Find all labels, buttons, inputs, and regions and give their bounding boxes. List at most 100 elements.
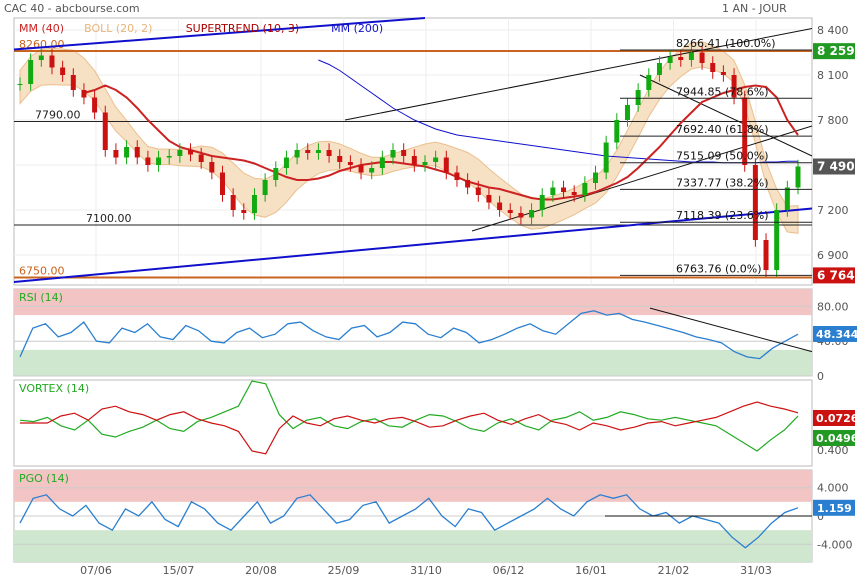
candle-body	[624, 105, 630, 120]
candle-body	[539, 195, 545, 210]
candle-body	[710, 63, 716, 72]
candle-body	[688, 52, 694, 60]
candle-body	[262, 180, 268, 195]
value-tag-label: 48.344	[816, 328, 859, 341]
candle-body	[433, 157, 439, 162]
level-label: 7790.00	[35, 109, 81, 122]
candle-body	[81, 90, 87, 98]
overbought-zone	[14, 470, 812, 502]
x-tick-label: 16/01	[575, 564, 607, 577]
candle-body	[454, 172, 460, 180]
candle-body	[113, 150, 119, 158]
candle-body	[422, 162, 428, 165]
candle-body	[347, 162, 353, 165]
fib-label: 7515.09 (50.0%)	[676, 150, 769, 163]
price-tag-label: 6 764	[817, 268, 855, 282]
candle-body	[593, 172, 599, 183]
candle-body	[550, 187, 556, 195]
oversold-zone	[14, 530, 812, 562]
candle-body	[656, 63, 662, 75]
pgo-panel: 4.0000-4.000PGO (14)1.159	[14, 470, 855, 562]
oversold-zone	[14, 349, 812, 376]
level-label: 7100.00	[86, 212, 132, 225]
candle-body	[70, 75, 76, 90]
candle-body	[646, 75, 652, 90]
candle-body	[156, 157, 162, 165]
chart-canvas: 8 4008 1007 8007 5007 2006 9008260.00779…	[13, 17, 859, 577]
y-tick-label: 8 400	[817, 24, 849, 37]
y-tick-label: 8 100	[817, 69, 849, 82]
candle-body	[720, 72, 726, 75]
candle-body	[390, 150, 396, 158]
candle-body	[795, 166, 801, 188]
candle-body	[124, 147, 130, 158]
candle-body	[177, 150, 183, 156]
x-tick-label: 25/09	[328, 564, 360, 577]
x-tick-label: 31/10	[410, 564, 442, 577]
candle-body	[497, 202, 503, 210]
candle-body	[358, 165, 364, 173]
candle-body	[315, 150, 321, 153]
candle-body	[251, 195, 257, 213]
value-tag-label: 1.159	[817, 502, 852, 515]
y-tick-label: 6 900	[817, 249, 849, 262]
x-tick-label: 07/06	[80, 564, 112, 577]
candle-body	[145, 157, 151, 165]
candle-body	[337, 156, 343, 162]
candle-body	[273, 168, 279, 180]
candle-body	[49, 55, 55, 68]
candle-body	[305, 150, 311, 153]
x-axis: 07/06 15/07 20/08 25/09 31/10 06/12 16/01 21/02…	[80, 564, 772, 577]
candle-body	[561, 187, 567, 192]
fib-label: 6763.76 (0.0%)	[676, 262, 762, 275]
candle-body	[17, 84, 23, 85]
value-tag-label: 0.0726	[816, 412, 859, 425]
indicator-title: RSI (14)	[19, 291, 63, 304]
candle-body	[92, 97, 98, 113]
fib-label: 7944.85 (78.6%)	[676, 85, 769, 98]
x-tick-label: 21/02	[658, 564, 690, 577]
candle-body	[38, 55, 44, 60]
candle-body	[784, 187, 790, 210]
candle-body	[411, 156, 417, 165]
candle-body	[60, 67, 66, 75]
price-tag-label: 8 259	[817, 44, 855, 58]
candle-body	[678, 57, 684, 60]
candle-body	[529, 210, 535, 218]
indicator-title: PGO (14)	[19, 472, 69, 485]
panel-frame	[13, 379, 813, 467]
fib-label: 7118.39 (23.6%)	[676, 209, 769, 222]
candle-body	[614, 120, 620, 143]
candle-body	[475, 187, 481, 195]
fib-label: 8266.41 (100.0%)	[676, 37, 776, 50]
candle-body	[188, 150, 194, 155]
candle-body	[699, 52, 705, 63]
chart-title: CAC 40 - abcbourse.com	[4, 2, 140, 15]
candle-body	[443, 157, 449, 173]
candle-body	[603, 142, 609, 173]
candle-body	[134, 147, 140, 158]
legend-item: MM (200)	[331, 22, 383, 35]
legend-item: MM (40)	[19, 22, 64, 35]
y-tick-label: 80.00	[817, 300, 849, 313]
candle-body	[507, 210, 513, 213]
x-tick-label: 06/12	[493, 564, 525, 577]
candle-body	[582, 183, 588, 195]
indicator-title: VORTEX (14)	[19, 382, 89, 395]
y-tick-label: 0	[817, 370, 824, 383]
candle-body	[166, 156, 172, 158]
legend-item: BOLL (20, 2)	[84, 22, 152, 35]
candle-body	[369, 168, 375, 173]
candle-body	[283, 157, 289, 168]
candle-body	[486, 195, 492, 203]
candle-body	[102, 112, 108, 150]
period-label: 1 AN - JOUR	[722, 2, 787, 15]
y-tick-label: 7 200	[817, 204, 849, 217]
candle-body	[294, 150, 300, 158]
candle-body	[763, 240, 769, 270]
candle-body	[28, 60, 34, 84]
candle-body	[774, 210, 780, 270]
candle-body	[219, 172, 225, 195]
x-tick-label: 31/03	[740, 564, 772, 577]
fib-label: 7337.77 (38.2%)	[676, 176, 769, 189]
